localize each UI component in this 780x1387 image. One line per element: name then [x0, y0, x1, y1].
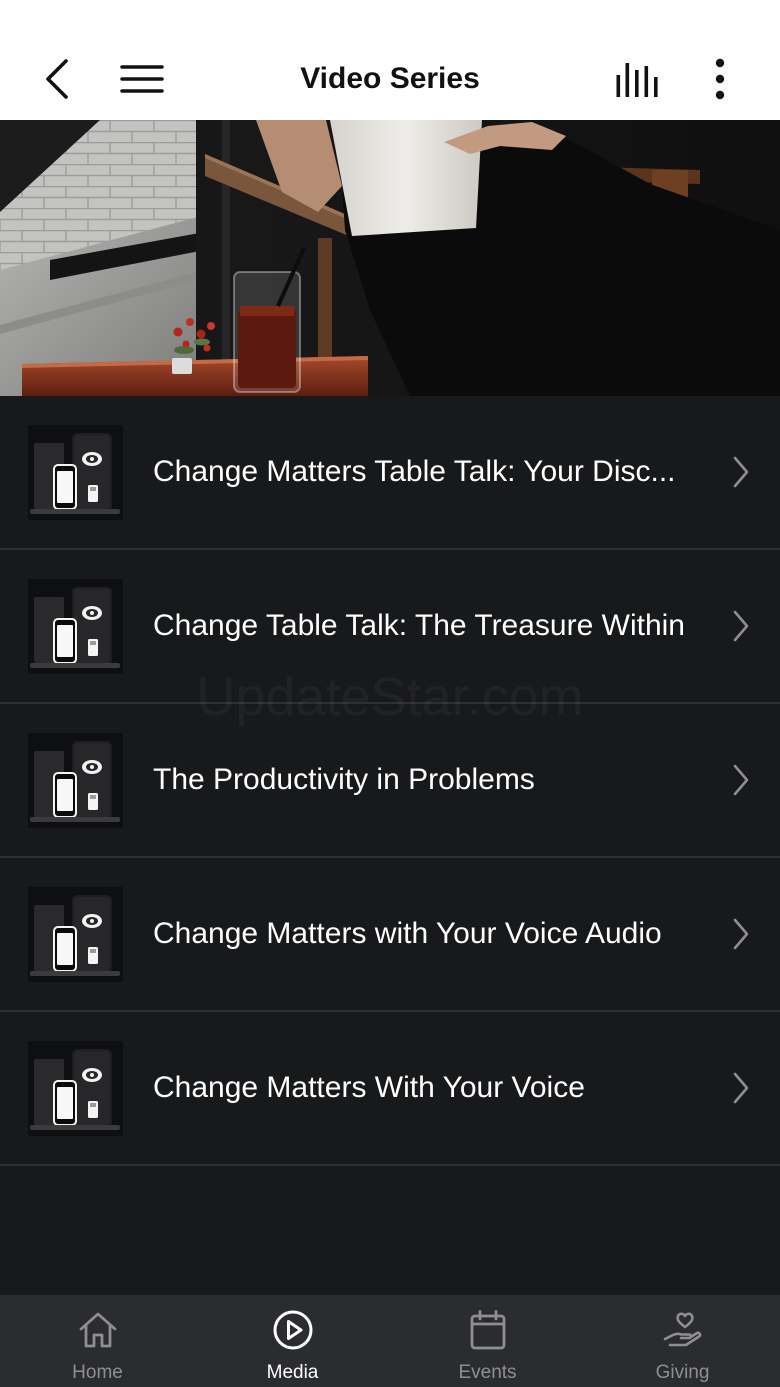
tab-label-giving: Giving	[655, 1362, 710, 1383]
back-button[interactable]	[38, 55, 78, 103]
video-series-list: Change Matters Table Talk: Your Disc... …	[0, 396, 780, 1166]
series-thumbnail	[28, 733, 123, 828]
hero-banner	[0, 120, 780, 396]
chevron-right-icon	[733, 610, 749, 642]
page-title: Video Series	[300, 62, 480, 95]
series-thumbnail	[28, 887, 123, 982]
series-list-item[interactable]: Change Matters With Your Voice	[0, 1012, 780, 1166]
audio-bars-icon	[616, 63, 658, 97]
chevron-right-icon	[733, 764, 749, 796]
series-list-item[interactable]: Change Matters Table Talk: Your Disc...	[0, 396, 780, 550]
tab-label-media: Media	[266, 1362, 319, 1383]
series-list-item[interactable]: The Productivity in Problems	[0, 704, 780, 858]
more-vertical-icon	[715, 58, 725, 100]
chevron-right-icon	[733, 456, 749, 488]
series-title: The Productivity in Problems	[153, 763, 535, 796]
tab-label-events: Events	[458, 1362, 517, 1383]
series-title: Change Matters With Your Voice	[153, 1071, 585, 1104]
tab-home[interactable]: Home	[0, 1295, 195, 1387]
tab-media[interactable]: Media	[195, 1295, 390, 1387]
series-list-item[interactable]: Change Matters with Your Voice Audio	[0, 858, 780, 1012]
play-circle-icon	[273, 1310, 312, 1350]
chevron-right-icon	[733, 918, 749, 950]
tab-events[interactable]: Events	[390, 1295, 585, 1387]
top-navigation-bar: Video Series	[0, 0, 780, 120]
hero-window-view	[0, 120, 230, 396]
series-thumbnail	[28, 425, 123, 520]
more-options-button[interactable]	[705, 55, 735, 105]
hero-photo	[0, 120, 780, 396]
giving-hand-heart-icon	[663, 1312, 701, 1347]
menu-button[interactable]	[118, 60, 166, 98]
chevron-right-icon	[733, 1072, 749, 1104]
chevron-left-icon	[46, 59, 68, 99]
home-icon	[79, 1312, 116, 1348]
series-title: Change Matters with Your Voice Audio	[153, 917, 662, 950]
series-title: Change Matters Table Talk: Your Disc...	[153, 455, 676, 488]
calendar-icon	[470, 1310, 505, 1350]
series-title: Change Table Talk: The Treasure Within	[153, 609, 685, 642]
hamburger-menu-icon	[120, 65, 164, 93]
tab-giving[interactable]: Giving	[585, 1295, 780, 1387]
tab-label-home: Home	[72, 1362, 123, 1383]
series-thumbnail	[28, 1041, 123, 1136]
audio-button[interactable]	[610, 58, 664, 102]
series-thumbnail	[28, 579, 123, 674]
bottom-tab-bar: Home Media Events Giving	[0, 1295, 780, 1387]
series-list-item[interactable]: Change Table Talk: The Treasure Within	[0, 550, 780, 704]
